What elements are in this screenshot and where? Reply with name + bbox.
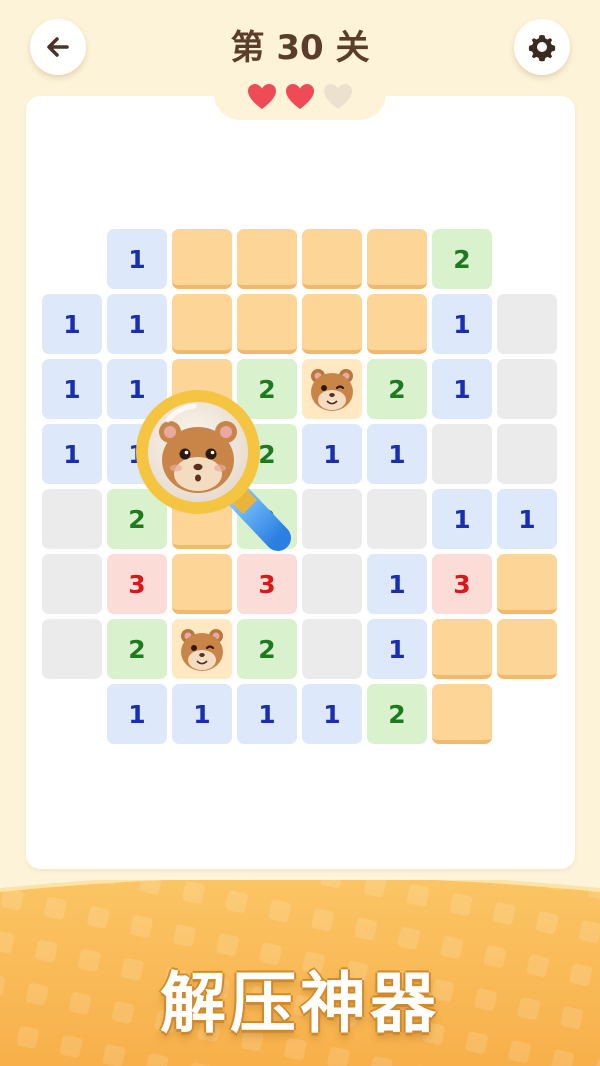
covered-cell[interactable] <box>172 229 232 289</box>
cell-number: 1 <box>518 504 536 534</box>
number-cell: 1 <box>107 229 167 289</box>
cell-number: 1 <box>453 504 471 534</box>
number-cell: 1 <box>42 359 102 419</box>
number-cell: 1 <box>107 684 167 744</box>
back-button[interactable] <box>30 19 86 75</box>
cell-number: 1 <box>63 374 81 404</box>
empty-cell <box>42 489 102 549</box>
covered-cell[interactable] <box>172 294 232 354</box>
cell-number: 2 <box>388 374 406 404</box>
empty-cell <box>367 489 427 549</box>
number-cell: 2 <box>367 359 427 419</box>
hamster-icon <box>181 629 223 671</box>
covered-cell[interactable] <box>302 294 362 354</box>
number-cell: 1 <box>42 294 102 354</box>
empty-cell <box>497 424 557 484</box>
cell-number: 1 <box>128 309 146 339</box>
cell-number: 3 <box>453 569 471 599</box>
lives-tab <box>214 74 386 120</box>
hamster-cell <box>172 619 232 679</box>
cell-number: 1 <box>453 309 471 339</box>
hamster-cell <box>302 359 362 419</box>
cell-number: 1 <box>63 439 81 469</box>
empty-cell <box>42 554 102 614</box>
number-cell: 3 <box>432 554 492 614</box>
cell-number: 2 <box>388 699 406 729</box>
empty-cell <box>302 619 362 679</box>
empty-cell <box>497 294 557 354</box>
covered-cell[interactable] <box>432 619 492 679</box>
number-cell: 1 <box>302 424 362 484</box>
cell-number: 2 <box>453 244 471 274</box>
cell-number: 2 <box>258 634 276 664</box>
cell-number: 1 <box>388 439 406 469</box>
covered-cell[interactable] <box>237 229 297 289</box>
cell-number: 1 <box>453 374 471 404</box>
number-cell: 2 <box>367 684 427 744</box>
covered-cell[interactable] <box>497 619 557 679</box>
heart-empty-icon <box>324 84 352 109</box>
hamster-icon <box>311 369 353 411</box>
heart-full-icon <box>248 84 276 109</box>
number-cell: 1 <box>42 424 102 484</box>
cell-number: 1 <box>258 699 276 729</box>
settings-button[interactable] <box>514 19 570 75</box>
cell-number: 1 <box>388 634 406 664</box>
gear-icon <box>528 35 556 62</box>
lives-indicator <box>214 74 386 120</box>
cell-number: 1 <box>128 244 146 274</box>
covered-cell[interactable] <box>497 554 557 614</box>
arrow-left-icon <box>47 37 69 57</box>
slogan-text: 解压神器 <box>160 965 440 1042</box>
cell-number: 1 <box>193 699 211 729</box>
number-cell: 1 <box>432 294 492 354</box>
covered-cell[interactable] <box>367 229 427 289</box>
number-cell: 1 <box>107 294 167 354</box>
cell-number: 3 <box>258 569 276 599</box>
number-cell: 1 <box>432 489 492 549</box>
number-cell: 1 <box>172 684 232 744</box>
cell-number: 1 <box>128 699 146 729</box>
number-cell: 1 <box>237 684 297 744</box>
cell-number: 1 <box>63 309 81 339</box>
empty-cell <box>302 554 362 614</box>
cell-number: 1 <box>323 699 341 729</box>
number-cell: 1 <box>497 489 557 549</box>
cell-number: 1 <box>388 569 406 599</box>
number-cell: 1 <box>367 554 427 614</box>
cell-number: 3 <box>128 569 146 599</box>
number-cell: 2 <box>432 229 492 289</box>
covered-cell[interactable] <box>237 294 297 354</box>
empty-cell <box>302 489 362 549</box>
empty-cell <box>497 359 557 419</box>
cell-number: 2 <box>128 634 146 664</box>
covered-cell[interactable] <box>367 294 427 354</box>
covered-cell[interactable] <box>432 684 492 744</box>
number-cell: 1 <box>302 684 362 744</box>
empty-cell <box>432 424 492 484</box>
heart-full-icon <box>286 84 314 109</box>
number-cell: 1 <box>432 359 492 419</box>
empty-cell <box>42 619 102 679</box>
cell-number: 1 <box>323 439 341 469</box>
number-cell: 2 <box>107 619 167 679</box>
number-cell: 2 <box>237 619 297 679</box>
number-cell: 1 <box>367 619 427 679</box>
number-cell: 1 <box>367 424 427 484</box>
covered-cell[interactable] <box>302 229 362 289</box>
level-title: 第 30 关 <box>230 28 370 68</box>
magnifier-hint-icon[interactable] <box>128 380 308 570</box>
